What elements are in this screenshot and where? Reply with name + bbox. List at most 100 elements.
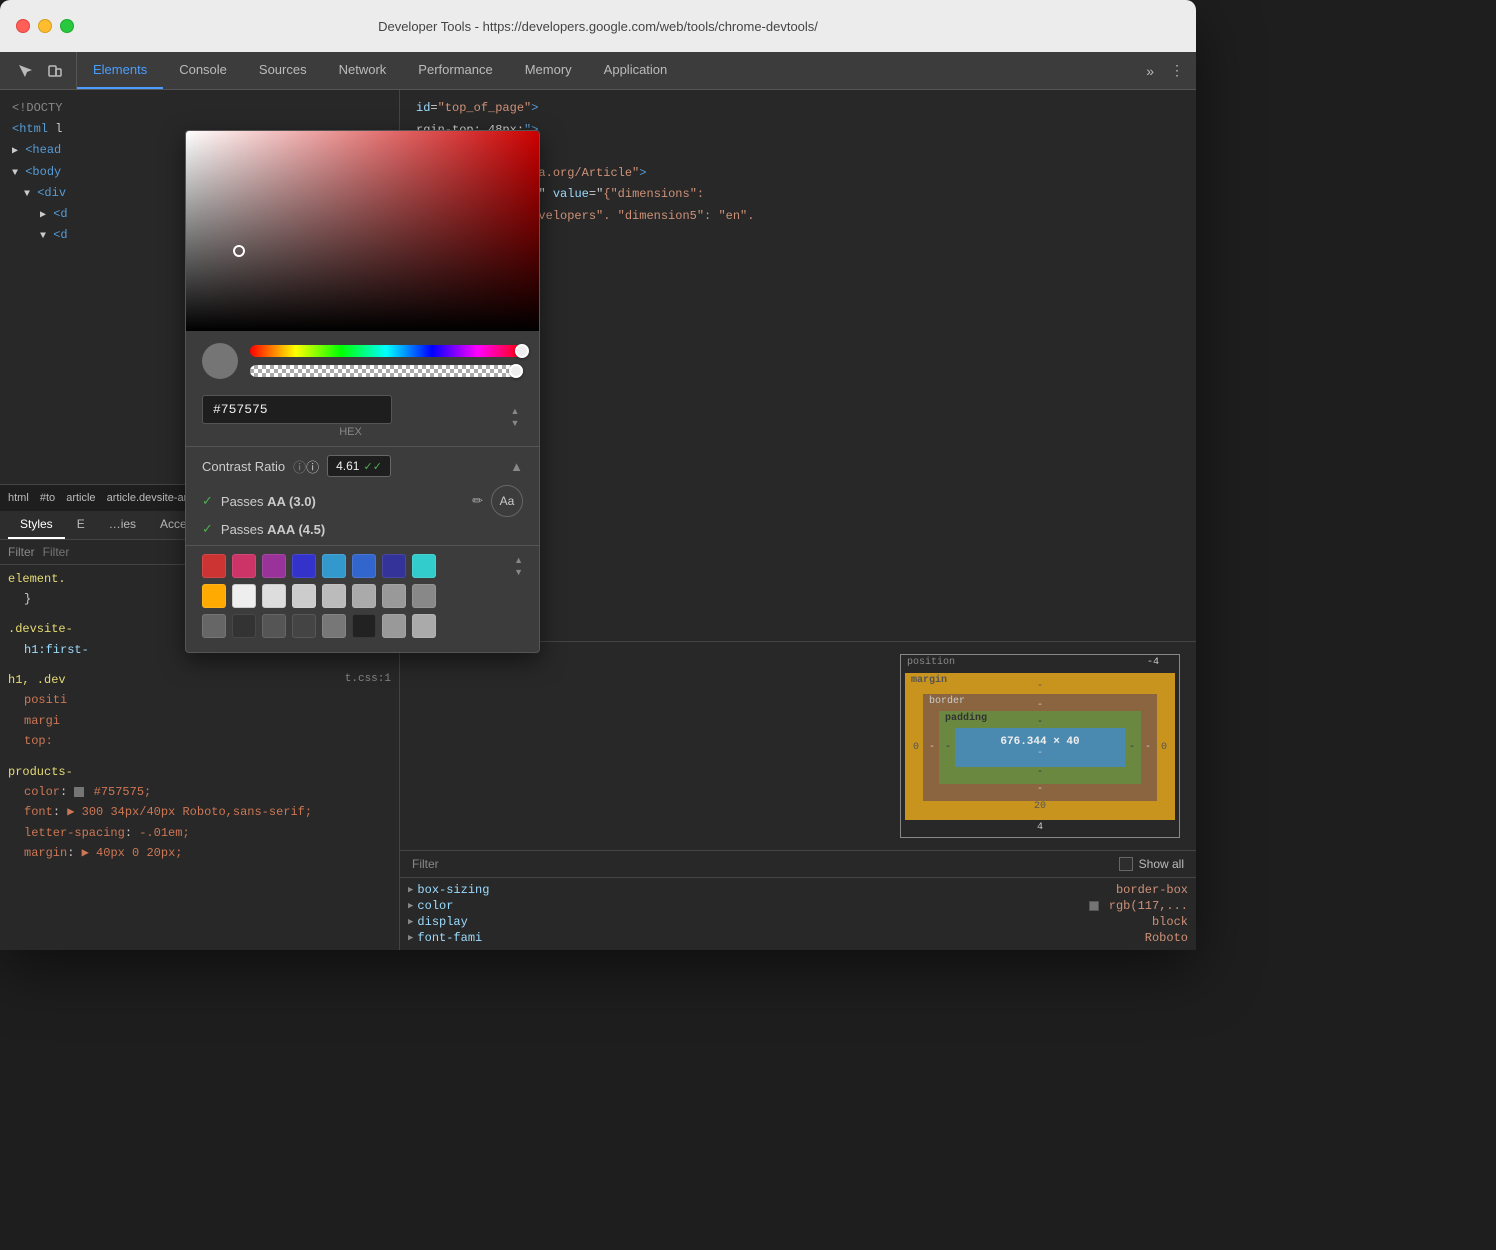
computed-filter-input[interactable] [447,857,1111,871]
swatch-blue[interactable] [292,554,316,578]
swatch-pink[interactable] [232,554,256,578]
padding-middle-row: - 676.344 × 40 - - [945,728,1135,767]
swatch-cyan[interactable] [412,554,436,578]
contrast-section: Contrast Ratio ⓘ 4.61 ✓✓ ▲ ✓ Passes AA (… [186,446,539,545]
toolbar: Elements Console Sources Network Perform… [0,52,1196,90]
border-right-val: - [1145,742,1151,753]
padding-left-val: - [945,742,951,753]
border-middle-row: - padding - - [929,711,1151,784]
contrast-chevron-icon[interactable]: ▲ [510,459,523,474]
hue-slider[interactable] [250,345,523,357]
tab-event-listeners[interactable]: …ies [97,511,148,539]
swatch-mgray3[interactable] [412,584,436,608]
alpha-slider-thumb [509,364,523,378]
color-sliders [250,345,523,377]
tab-performance[interactable]: Performance [402,52,508,89]
gradient-background [186,131,539,331]
swatch-up-arrow[interactable]: ▲ [514,555,523,565]
swatch-row-1: ▲ ▼ [202,554,523,578]
text-preview-button[interactable]: Aa [491,485,523,517]
contrast-check-icon: ✓✓ [363,460,381,473]
computed-prop-color[interactable]: ▶ color rgb(117,... [400,898,1196,914]
swatch-lightblue[interactable] [322,554,346,578]
swatch-darkblue[interactable] [382,554,406,578]
minimize-button[interactable] [38,19,52,33]
contrast-label: Contrast Ratio [202,459,285,474]
computed-properties: Filter Show all ▶ box-sizing border-box [400,850,1196,950]
swatch-dgray1[interactable] [202,614,226,638]
triangle-icon-font[interactable]: ▶ [408,933,413,943]
swatch-mgray1[interactable] [352,584,376,608]
swatch-black2[interactable] [352,614,376,638]
devtools-menu-button[interactable]: ⋮ [1162,52,1192,89]
swatch-mgray4[interactable] [322,614,346,638]
swatch-white1[interactable] [232,584,256,608]
border-label: border [929,696,965,707]
tab-application[interactable]: Application [588,52,684,89]
hue-slider-thumb [515,344,529,358]
tab-styles[interactable]: Styles [8,511,65,539]
swatch-white2[interactable] [262,584,286,608]
swatch-dgray3[interactable] [292,614,316,638]
swatch-lgray3[interactable] [412,614,436,638]
swatch-lgray2[interactable] [322,584,346,608]
swatch-medblue[interactable] [352,554,376,578]
swatch-purple[interactable] [262,554,286,578]
hex-decrement-button[interactable]: ▼ [507,418,523,428]
swatch-lgray1[interactable] [292,584,316,608]
triangle-icon-box-sizing[interactable]: ▶ [408,885,413,895]
color-gradient-picker[interactable] [186,131,539,331]
computed-prop-box-sizing[interactable]: ▶ box-sizing border-box [400,882,1196,898]
devtools-window: Elements Console Sources Network Perform… [0,52,1196,950]
more-tabs-button[interactable]: » [1138,52,1162,89]
computed-prop-font[interactable]: ▶ font-fami Roboto [400,930,1196,946]
computed-filter-label: Filter [412,857,439,871]
margin-right-val: 0 [1161,742,1167,753]
tab-elements[interactable]: Elements [77,52,163,89]
swatch-orange[interactable] [202,584,226,608]
show-all-label: Show all [1139,857,1184,871]
triangle-icon-color[interactable]: ▶ [408,901,413,911]
swatch-black1[interactable] [232,614,256,638]
close-button[interactable] [16,19,30,33]
tab-console[interactable]: Console [163,52,243,89]
aa-pass-label: Passes AA (3.0) [221,494,316,509]
aa-check-icon: ✓ [202,493,213,509]
swatch-red[interactable] [202,554,226,578]
contrast-passes: ✓ Passes AA (3.0) ✏ Aa ✓ Passes AAA (4.5… [202,485,523,537]
box-model-section: position -4 margin - 0 border [400,642,1196,850]
swatch-down-arrow[interactable]: ▼ [514,567,523,577]
contrast-info-icon[interactable]: ⓘ [293,457,319,476]
maximize-button[interactable] [60,19,74,33]
hex-increment-button[interactable]: ▲ [507,406,523,416]
tab-network[interactable]: Network [323,52,403,89]
color-swatch[interactable] [1089,901,1099,911]
tab-sources[interactable]: Sources [243,52,323,89]
hex-color-input[interactable] [202,395,392,424]
color-swatches-section: ▲ ▼ [186,545,539,652]
swatch-mgray2[interactable] [382,584,406,608]
show-all-checkbox[interactable] [1119,857,1133,871]
breadcrumb-article[interactable]: article [66,492,95,504]
tab-computed[interactable]: E [65,511,97,539]
padding-label: padding [945,713,987,724]
swatch-dgray2[interactable] [262,614,286,638]
breadcrumb-html[interactable]: html [8,492,29,504]
device-toolbar-icon[interactable] [42,58,68,84]
inspect-element-icon[interactable] [12,58,38,84]
main-content: <!DOCTY <html l ▶ <head ▼ <body ▼ <div ▶… [0,90,1196,950]
alpha-slider[interactable] [250,365,523,377]
hex-arrows: ▲ ▼ [507,406,523,428]
prop-name-font: font-fami [417,931,482,945]
eyedropper-button[interactable]: ✏ [472,493,483,509]
computed-prop-display[interactable]: ▶ display block [400,914,1196,930]
triangle-icon-display[interactable]: ▶ [408,917,413,927]
breadcrumb-to[interactable]: #to [40,492,55,504]
hex-field-wrap: HEX [202,395,499,438]
tab-memory[interactable]: Memory [509,52,588,89]
position-bottom-val: 4 [905,822,1175,833]
contrast-ratio-number: 4.61 [336,459,359,473]
window-title: Developer Tools - https://developers.goo… [378,19,818,34]
contrast-ratio-value: 4.61 ✓✓ [327,455,391,477]
swatch-mgray5[interactable] [382,614,406,638]
